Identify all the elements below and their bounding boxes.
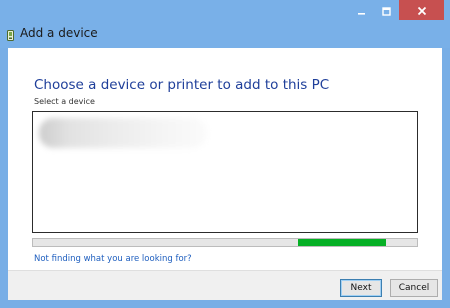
cancel-button[interactable]: Cancel [390, 279, 438, 297]
device-list[interactable] [32, 111, 418, 233]
minimize-button[interactable] [349, 0, 374, 20]
not-finding-link[interactable]: Not finding what you are looking for? [34, 254, 192, 264]
page-title: Choose a device or printer to add to thi… [34, 77, 330, 93]
search-progress-bar [32, 238, 418, 247]
close-icon [417, 1, 427, 20]
select-device-label: Select a device [34, 97, 95, 106]
blurred-device-entry [39, 118, 207, 148]
dialog-content: Choose a device or printer to add to thi… [8, 48, 442, 300]
add-device-window: Add a device Choose a device or printer … [0, 0, 450, 308]
minimize-icon [357, 1, 366, 20]
add-device-icon [6, 27, 16, 41]
next-button[interactable]: Next [340, 279, 382, 297]
progress-fill [297, 239, 387, 246]
caption-buttons [349, 0, 444, 20]
maximize-icon [382, 1, 391, 20]
title-bar[interactable]: Add a device [0, 0, 450, 48]
device-list-item[interactable] [35, 114, 211, 154]
window-title: Add a device [20, 26, 98, 40]
close-button[interactable] [399, 0, 444, 20]
maximize-button[interactable] [374, 0, 399, 20]
dialog-footer: Next Cancel [8, 270, 442, 300]
